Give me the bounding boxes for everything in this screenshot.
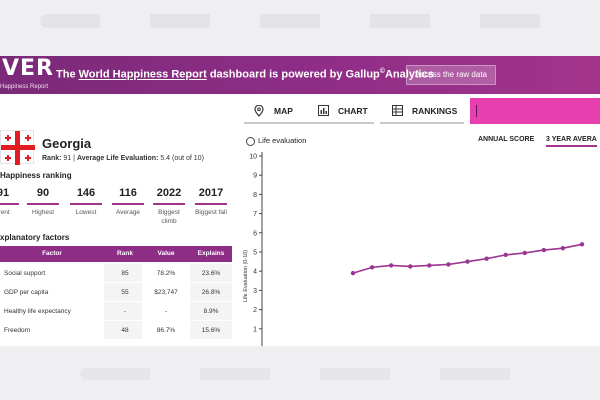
data-point[interactable] [408, 264, 413, 269]
data-point[interactable] [465, 259, 470, 264]
chart-title: Life evaluation [245, 136, 307, 146]
y-axis-label: Life Evaluation (0-10) [243, 250, 249, 302]
stat-biggest-fall: 2017 Biggest fall [195, 187, 227, 216]
life-evaluation-chart: 1 2 3 4 5 6 7 8 9 10 Life Evaluation (0-10) [243, 152, 585, 346]
y-tick-label: 9 [253, 173, 257, 180]
search-tab[interactable] [470, 98, 600, 124]
top-banner: VER Happiness Report The World Happiness… [0, 56, 600, 94]
table-row: GDP per capita 55 $23,747 26.8% [0, 283, 232, 301]
data-point[interactable] [388, 263, 394, 268]
y-tick-label: 2 [253, 307, 257, 314]
stat-lowest: 146 Lowest [67, 186, 105, 217]
world-happiness-report-link[interactable]: World Happiness Report [79, 69, 207, 81]
logo-subtitle: Happiness Report [0, 84, 49, 90]
stat-current: 91rrent [0, 186, 22, 217]
data-point[interactable] [369, 265, 375, 270]
table-row: Freedom 48 86.7% 15.6% [0, 321, 232, 339]
ranking-stats: 91rrent 90Highest 146Lowest 116Average 2… [0, 186, 232, 232]
blurred-footer-background [0, 346, 600, 400]
table-row: Social support 85 78.2% 23.6% [0, 264, 232, 282]
y-tick-label: 8 [253, 192, 257, 199]
y-tick-label: 1 [253, 326, 257, 333]
bar-chart-icon [318, 105, 329, 116]
data-point[interactable] [484, 256, 489, 261]
table-header: Factor Rank Value Explains [0, 246, 232, 262]
list-icon [392, 105, 403, 116]
series-line [352, 243, 583, 274]
stat-highest: 90 Highest [24, 186, 62, 217]
stat-biggest-climb: 2022 Biggest climb [150, 186, 188, 226]
rank-summary: Rank: 91 | Average Life Evaluation: 5.4 … [42, 155, 204, 162]
data-point[interactable] [579, 242, 585, 247]
banner-text: The World Happiness Report dashboard is … [56, 68, 434, 81]
georgia-flag-icon [0, 130, 35, 165]
blurred-header-background [0, 0, 600, 56]
map-pin-icon [254, 105, 264, 117]
tab-rankings[interactable]: RANKINGS [380, 98, 464, 124]
happiness-ranking-title: Happiness ranking [0, 171, 72, 180]
y-tick-label: 4 [253, 269, 257, 276]
data-point[interactable] [503, 252, 508, 258]
explanatory-factors-title: xplanatory factors [0, 233, 70, 242]
tab-chart[interactable]: CHART [308, 98, 374, 124]
data-point[interactable] [427, 263, 432, 268]
table-row: Healthy life expectancy - - 8.9% [0, 302, 232, 320]
country-name: Georgia [42, 136, 92, 151]
y-tick-label: 3 [253, 288, 257, 295]
stat-average: 116 Average [109, 186, 147, 217]
data-point[interactable] [446, 262, 451, 267]
y-tick-label: 6 [253, 230, 257, 237]
logo: VER [2, 56, 54, 81]
y-tick-label: 7 [253, 211, 257, 218]
data-point[interactable] [350, 270, 356, 276]
data-point[interactable] [541, 247, 547, 253]
access-raw-data-button[interactable]: Access the raw data [406, 65, 496, 85]
data-point[interactable] [560, 245, 566, 251]
annual-score-toggle[interactable]: ANNUAL SCORE [478, 136, 534, 143]
y-tick-label: 5 [253, 250, 257, 257]
three-year-average-toggle[interactable]: 3 YEAR AVERA [546, 136, 597, 147]
y-tick-label: 10 [249, 154, 257, 161]
tab-map[interactable]: MAP [244, 98, 318, 124]
data-point[interactable] [522, 250, 527, 256]
